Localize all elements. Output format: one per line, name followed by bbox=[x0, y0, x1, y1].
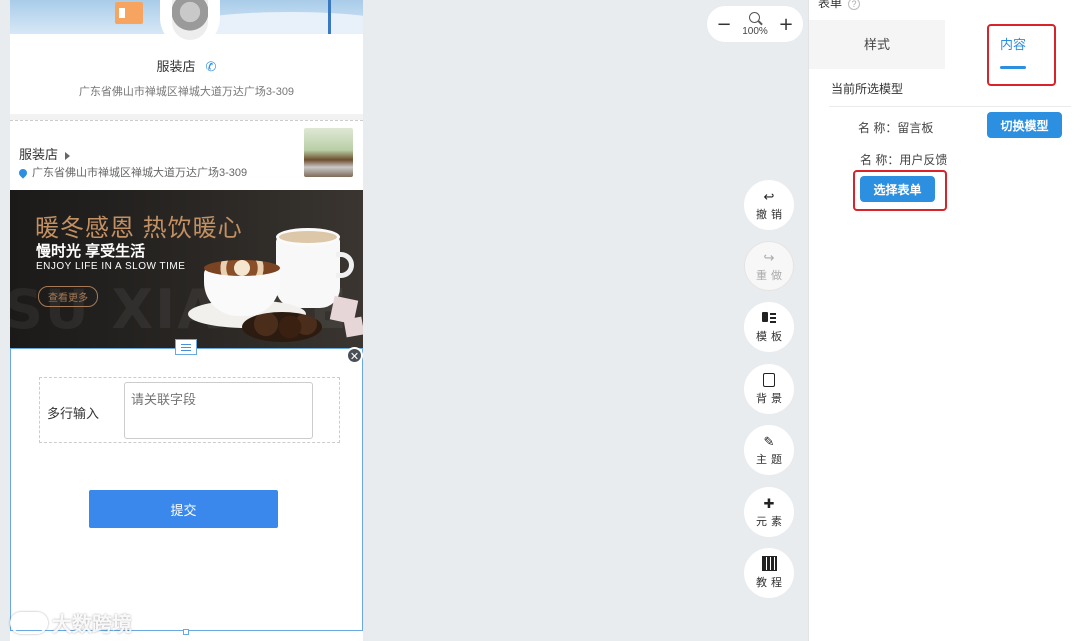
phone-preview: 服装店 ✆ 广东省佛山市禅城区禅城大道万达广场3-309 服装店 广东省佛山市禅城… bbox=[10, 0, 363, 641]
background-icon bbox=[763, 372, 775, 389]
panel-title: 表单 bbox=[818, 0, 843, 10]
shop-info-row[interactable]: 服装店 广东省佛山市禅城区禅城大道万达广场3-309 bbox=[10, 120, 363, 190]
select-form-button[interactable]: 选择表单 bbox=[860, 176, 935, 202]
section-divider bbox=[829, 106, 1071, 107]
store-title: 服装店 ✆ bbox=[10, 56, 363, 75]
drag-handle-icon[interactable] bbox=[175, 339, 197, 355]
template-button[interactable]: 模板 bbox=[744, 302, 794, 352]
sugar-cube bbox=[343, 316, 363, 338]
redo-icon: ↪ bbox=[763, 249, 775, 265]
promo-banner[interactable]: SU XIANCE 暖冬感恩 热饮暖心 慢时光 享受生活 ENJOY LIFE … bbox=[10, 190, 363, 348]
elements-button[interactable]: ✚ 元素 bbox=[744, 487, 794, 537]
watermark-logo-icon bbox=[10, 611, 48, 634]
section-title: 当前所选模型 bbox=[831, 82, 904, 96]
theme-label: 主题 bbox=[756, 453, 786, 466]
resize-handle[interactable] bbox=[183, 629, 189, 635]
zoom-control: − 100% + bbox=[707, 6, 803, 42]
store-address: 广东省佛山市禅城区禅城大道万达广场3-309 bbox=[78, 86, 295, 98]
tutorial-button[interactable]: 教程 bbox=[744, 548, 794, 598]
undo-label: 撤销 bbox=[756, 208, 786, 221]
close-icon[interactable]: ✕ bbox=[346, 347, 363, 364]
undo-icon: ↩ bbox=[763, 188, 775, 204]
shop-name-text: 服装店 bbox=[19, 147, 59, 162]
caret-right-icon bbox=[65, 151, 71, 160]
banner-headline: 暖冬感恩 热饮暖心 bbox=[35, 215, 243, 242]
background-button[interactable]: 背景 bbox=[744, 364, 794, 414]
zoom-level: 100% bbox=[742, 11, 768, 37]
phone-icon[interactable]: ✆ bbox=[206, 59, 217, 74]
theme-button[interactable]: ✎ 主题 bbox=[744, 425, 794, 475]
multiline-input[interactable] bbox=[124, 382, 313, 439]
magnifier-icon bbox=[749, 11, 761, 23]
model-name: 名 称：留言板 bbox=[858, 121, 934, 135]
banner-english-line: ENJOY LIFE IN A SLOW TIME bbox=[36, 261, 186, 272]
banner-subheadline: 慢时光 享受生活 bbox=[36, 243, 146, 260]
cup-top bbox=[276, 228, 340, 246]
switch-model-button[interactable]: 切换模型 bbox=[987, 112, 1062, 138]
latte-art bbox=[204, 260, 280, 276]
form-component[interactable]: ✕ 多行输入 提交 bbox=[10, 339, 363, 635]
zoom-out-button[interactable]: − bbox=[715, 14, 733, 35]
watermark: 大数跨境 bbox=[10, 608, 132, 637]
watermark-text: 大数跨境 bbox=[52, 614, 132, 636]
submit-button[interactable]: 提交 bbox=[89, 490, 278, 528]
redo-button[interactable]: ↪ 重做 bbox=[744, 241, 794, 291]
pole-illustration bbox=[328, 0, 331, 34]
field-label: 多行输入 bbox=[47, 406, 100, 421]
panel-header: 表单? bbox=[809, 0, 1080, 20]
form-name: 名 称：用户反馈 bbox=[860, 153, 948, 167]
multiline-field[interactable]: 多行输入 bbox=[39, 377, 340, 443]
tab-content[interactable]: 内容 bbox=[945, 20, 1080, 69]
house-illustration bbox=[115, 2, 143, 24]
elements-label: 元素 bbox=[756, 515, 786, 528]
avatar bbox=[172, 0, 208, 40]
store-name: 服装店 bbox=[156, 59, 196, 74]
cup-handle bbox=[336, 252, 354, 278]
redo-label: 重做 bbox=[756, 269, 786, 282]
tab-style[interactable]: 样式 bbox=[809, 20, 945, 69]
background-label: 背景 bbox=[756, 392, 786, 405]
help-icon[interactable]: ? bbox=[848, 0, 861, 10]
puzzle-icon: ✚ bbox=[763, 495, 775, 511]
theme-icon: ✎ bbox=[763, 433, 775, 449]
shop-thumbnail bbox=[304, 128, 353, 177]
zoom-in-button[interactable]: + bbox=[777, 14, 795, 35]
latte-cup-illustration bbox=[188, 260, 306, 328]
zoom-percent: 100% bbox=[742, 25, 768, 37]
template-label: 模板 bbox=[756, 330, 786, 343]
tutorial-label: 教程 bbox=[756, 576, 786, 589]
template-icon bbox=[762, 311, 776, 327]
location-pin-icon bbox=[17, 167, 29, 179]
shop-address: 广东省佛山市禅城区禅城大道万达广场3-309 bbox=[17, 164, 248, 180]
properties-panel: 表单? 样式 内容 当前所选模型 名 称：留言板 切换模型 名 称：用户反馈 选… bbox=[808, 0, 1080, 641]
qrcode-icon bbox=[761, 555, 777, 573]
panel-tabs: 样式 内容 bbox=[809, 20, 1080, 69]
banner-more-button[interactable]: 查看更多 bbox=[38, 286, 98, 307]
avatar-frame bbox=[160, 0, 220, 48]
shop-name: 服装店 bbox=[19, 144, 71, 163]
shop-address-text: 广东省佛山市禅城区禅城大道万达广场3-309 bbox=[32, 167, 248, 179]
coffee-beans-illustration bbox=[242, 312, 322, 342]
undo-button[interactable]: ↩ 撤销 bbox=[744, 180, 794, 230]
